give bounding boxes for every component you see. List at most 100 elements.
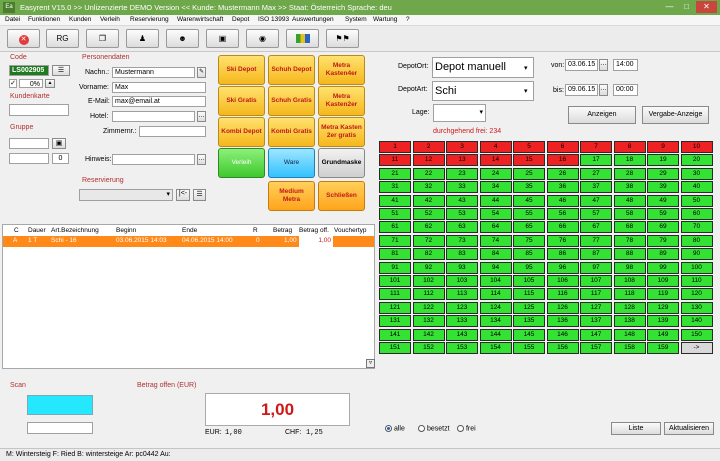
locker-free[interactable]: 92 — [412, 261, 445, 274]
bis-date-field[interactable]: 09.06.15 — [565, 84, 598, 96]
cancel-icon[interactable]: ✕ — [7, 29, 40, 48]
locker-free[interactable]: 152 — [412, 342, 445, 354]
locker-free[interactable]: 81 — [379, 248, 411, 261]
locker-free[interactable]: 29 — [647, 167, 679, 180]
locker-free[interactable]: 76 — [546, 234, 579, 247]
radio-frei-icon[interactable] — [457, 425, 464, 432]
menu-item-4[interactable]: Reservierung — [130, 16, 169, 23]
locker-free[interactable]: 32 — [412, 181, 445, 194]
locker-free[interactable]: 47 — [580, 194, 612, 207]
menu-item-7[interactable]: ISO 13993 — [258, 16, 289, 23]
menu-item-3[interactable]: Verleih — [100, 16, 120, 23]
schuh-gratis-button[interactable]: Schuh Gratis — [268, 86, 315, 116]
radio-besetzt-icon[interactable] — [418, 425, 425, 432]
locker-free[interactable]: 39 — [647, 181, 679, 194]
locker-free[interactable]: 66 — [546, 221, 579, 234]
locker-occupied[interactable]: 10 — [680, 141, 713, 153]
gruppe-field[interactable] — [9, 138, 49, 149]
locker-free[interactable]: 134 — [479, 315, 512, 328]
locker-free[interactable]: 126 — [546, 301, 579, 314]
locker-free[interactable]: 113 — [446, 288, 478, 301]
vergabe-anzeige-button[interactable]: Vergabe-Anzeige — [642, 106, 709, 124]
locker-free[interactable]: 41 — [379, 194, 411, 207]
bis-calendar-button[interactable]: … — [599, 84, 608, 96]
locker-free[interactable]: 54 — [479, 208, 512, 220]
locker-free[interactable]: 143 — [446, 328, 478, 341]
menu-item-8[interactable]: Auswertungen — [292, 16, 334, 23]
locker-occupied[interactable]: 6 — [546, 141, 579, 153]
locker-free[interactable]: 37 — [580, 181, 612, 194]
locker-free[interactable]: 137 — [580, 315, 612, 328]
kundenkarte-field[interactable] — [9, 104, 69, 116]
hotel-field[interactable] — [112, 111, 195, 122]
metra-kasten2er-button[interactable]: Metra Kasten2er — [318, 86, 365, 116]
locker-free[interactable]: 133 — [446, 315, 478, 328]
locker-free[interactable]: 102 — [412, 275, 445, 287]
locker-free[interactable]: 23 — [446, 167, 478, 180]
locker-free[interactable]: 156 — [546, 342, 579, 354]
locker-free[interactable]: 111 — [379, 288, 411, 301]
locker-occupied[interactable]: 12 — [412, 154, 445, 167]
locker-free[interactable]: 89 — [647, 248, 679, 261]
locker-free[interactable]: 78 — [613, 234, 646, 247]
locker-free[interactable]: 110 — [680, 275, 713, 287]
locker-free[interactable]: 19 — [647, 154, 679, 167]
locker-occupied[interactable]: 8 — [613, 141, 646, 153]
display-icon[interactable]: ▣ — [206, 29, 239, 48]
locker-free[interactable]: 127 — [580, 301, 612, 314]
race-flags-icon[interactable]: ⚑⚑ — [326, 29, 359, 48]
locker-occupied[interactable]: 16 — [546, 154, 579, 167]
col-header-art[interactable]: Art.Bezeichnung — [51, 227, 99, 234]
locker-free[interactable]: 155 — [513, 342, 545, 354]
metra-kasten4er-button[interactable]: Metra Kasten4er — [318, 55, 365, 85]
locker-free[interactable]: 56 — [546, 208, 579, 220]
menu-item-11[interactable]: ? — [406, 16, 410, 23]
menu-item-1[interactable]: Funktionen — [28, 16, 60, 23]
locker-free[interactable]: 88 — [613, 248, 646, 261]
locker-free[interactable]: 85 — [513, 248, 545, 261]
locker-free[interactable]: 79 — [647, 234, 679, 247]
locker-free[interactable]: 158 — [613, 342, 646, 354]
locker-free[interactable]: 36 — [546, 181, 579, 194]
locker-free[interactable]: 20 — [680, 154, 713, 167]
locker-free[interactable]: 68 — [613, 221, 646, 234]
locker-free[interactable]: 44 — [479, 194, 512, 207]
depot-ort-select[interactable]: Depot manuell — [432, 57, 534, 78]
locker-free[interactable]: 59 — [647, 208, 679, 220]
barcode-icon[interactable]: ☰ — [52, 65, 70, 76]
metra-kasten2er-gratis-button[interactable]: Metra Kasten 2er gratis — [318, 117, 365, 147]
locker-free[interactable]: 40 — [680, 181, 713, 194]
locker-occupied[interactable]: 2 — [412, 141, 445, 153]
betrag-off-editor[interactable]: 1,00 — [299, 236, 333, 247]
depot-art-dropdown-icon[interactable]: ▾ — [524, 87, 528, 95]
reservierung-list-icon[interactable]: ☰ — [193, 189, 206, 201]
gruppe-number-field[interactable]: 0 — [52, 153, 69, 164]
locker-free[interactable]: 119 — [647, 288, 679, 301]
col-header-ende[interactable]: Ende — [182, 227, 197, 234]
locker-free[interactable]: 115 — [513, 288, 545, 301]
hinweis-field[interactable] — [112, 154, 195, 165]
locker-free[interactable]: 69 — [647, 221, 679, 234]
code-checkbox[interactable]: ✓ — [9, 79, 17, 88]
locker-free[interactable]: 71 — [379, 234, 411, 247]
maximize-icon[interactable]: □ — [679, 1, 694, 13]
col-header-voucher[interactable]: Vouchertyp — [334, 227, 367, 234]
locker-free[interactable]: 147 — [580, 328, 612, 341]
locker-free[interactable]: 130 — [680, 301, 713, 314]
menu-item-10[interactable]: Wartung — [373, 16, 397, 23]
locker-free[interactable]: 101 — [379, 275, 411, 287]
locker-free[interactable]: 77 — [580, 234, 612, 247]
radio-alle-icon[interactable] — [385, 425, 392, 432]
locker-free[interactable]: 50 — [680, 194, 713, 207]
locker-free[interactable]: 84 — [479, 248, 512, 261]
locker-free[interactable]: 64 — [479, 221, 512, 234]
locker-free[interactable]: 129 — [647, 301, 679, 314]
locker-free[interactable]: 33 — [446, 181, 478, 194]
locker-occupied[interactable]: 15 — [513, 154, 545, 167]
depot-ort-dropdown-icon[interactable]: ▾ — [524, 64, 528, 72]
hotel-lookup-button[interactable]: … — [197, 111, 206, 122]
locker-free[interactable]: 146 — [546, 328, 579, 341]
locker-free[interactable]: 124 — [479, 301, 512, 314]
lock-icon[interactable]: ▣ — [52, 138, 66, 149]
locker-free[interactable]: 75 — [513, 234, 545, 247]
